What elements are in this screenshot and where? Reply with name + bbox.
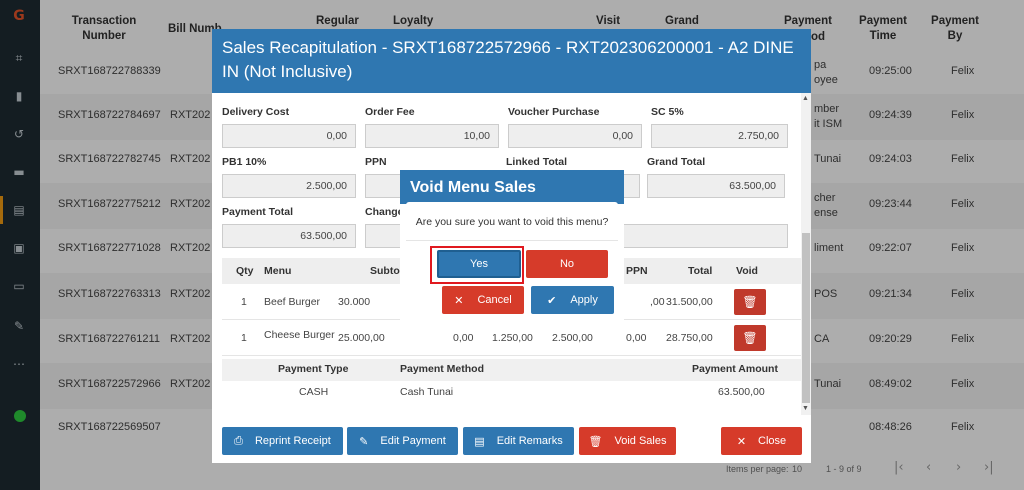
edit-remarks-button[interactable]: ▤ Edit Remarks xyxy=(463,427,574,455)
printer-icon: ⎙ xyxy=(234,434,243,447)
payment-amount: 63.500,00 xyxy=(718,386,765,398)
scroll-down-icon[interactable]: ▼ xyxy=(802,405,809,412)
grand-total-label: Grand Total xyxy=(647,156,706,168)
delivery-cost-label: Delivery Cost xyxy=(222,106,290,118)
col-payment-amount: Payment Amount xyxy=(692,363,778,375)
col-subtotal: Subto xyxy=(370,265,400,277)
voucher-purchase-label: Voucher Purchase xyxy=(508,106,600,118)
edit-payment-button[interactable]: ✎ Edit Payment xyxy=(347,427,458,455)
col-ppn: PPN xyxy=(626,265,648,277)
cancel-button[interactable]: ✕ Cancel xyxy=(442,286,524,314)
no-button[interactable]: No xyxy=(526,250,608,278)
modal-title: Sales Recapitulation - SRXT168722572966 … xyxy=(222,38,794,81)
subtotal: 30.000 xyxy=(338,296,371,308)
service-charge: 1.250,00 xyxy=(492,332,533,344)
menu-name: Beef Burger xyxy=(264,296,321,308)
edit-icon: ✎ xyxy=(359,434,369,448)
yes-button-highlight xyxy=(430,246,524,284)
qty: 1 xyxy=(241,332,247,344)
trash-icon: 🗑 xyxy=(742,331,758,345)
pb1-label: PB1 10% xyxy=(222,156,267,168)
ppn-label: PPN xyxy=(365,156,387,168)
order-fee-label: Order Fee xyxy=(365,106,415,118)
grand-total-field[interactable]: 63.500,00 xyxy=(647,174,785,198)
discount: 0,00 xyxy=(453,332,474,344)
confirm-message: Are you sure you want to void this menu? xyxy=(415,216,609,228)
trash-icon: 🗑 xyxy=(742,295,758,309)
delivery-cost-field[interactable]: 0,00 xyxy=(222,124,356,148)
payment-total-field[interactable]: 63.500,00 xyxy=(222,224,356,248)
ppn: 0,00 xyxy=(626,332,647,344)
void-dialog-header: Void Menu Sales xyxy=(400,170,624,204)
scroll-up-icon[interactable]: ▲ xyxy=(802,95,809,102)
sc-label: SC 5% xyxy=(651,106,684,118)
close-icon: ✕ xyxy=(736,434,747,448)
void-dialog-title: Void Menu Sales xyxy=(410,179,536,196)
payment-total-label: Payment Total xyxy=(222,206,293,218)
document-icon: ▤ xyxy=(474,434,485,448)
divider xyxy=(406,240,618,241)
void-menu-button[interactable]: 🗑 xyxy=(734,325,766,351)
reprint-receipt-button[interactable]: ⎙ Reprint Receipt xyxy=(222,427,343,455)
void-menu-button[interactable]: 🗑 xyxy=(734,289,766,315)
col-payment-type: Payment Type xyxy=(278,363,349,375)
voucher-purchase-field[interactable]: 0,00 xyxy=(508,124,642,148)
close-button[interactable]: ✕ Close xyxy=(721,427,802,455)
col-menu: Menu xyxy=(264,265,292,277)
pb1-field[interactable]: 2.500,00 xyxy=(222,174,356,198)
scroll-thumb[interactable] xyxy=(802,233,810,403)
ppn: ,00 xyxy=(650,296,665,308)
payment-method: Cash Tunai xyxy=(400,386,454,398)
pb1: 2.500,00 xyxy=(552,332,593,344)
total: 28.750,00 xyxy=(666,332,713,344)
close-icon: ✕ xyxy=(454,293,464,307)
col-total: Total xyxy=(688,265,713,277)
apply-button[interactable]: ✔ Apply xyxy=(531,286,614,314)
qty: 1 xyxy=(241,296,247,308)
payment-type: CASH xyxy=(299,386,329,398)
sc-field[interactable]: 2.750,00 xyxy=(651,124,788,148)
check-icon: ✔ xyxy=(547,293,557,307)
total: 31.500,00 xyxy=(666,296,713,308)
menu-name: Cheese Burger xyxy=(264,329,335,341)
linked-total-label: Linked Total xyxy=(506,156,568,168)
void-sales-button[interactable]: 🗑 Void Sales xyxy=(579,427,676,455)
trash-icon: 🗑 xyxy=(588,434,603,448)
col-payment-method: Payment Method xyxy=(400,363,485,375)
subtotal: 25.000,00 xyxy=(338,332,385,344)
modal-header: Sales Recapitulation - SRXT168722572966 … xyxy=(212,29,811,93)
col-void: Void xyxy=(736,265,758,277)
col-qty: Qty xyxy=(236,265,254,277)
change-label: Change xyxy=(365,206,404,218)
modal-scrollbar[interactable]: ▲ ▼ xyxy=(801,93,811,415)
menu-row: 1 Cheese Burger 25.000,00 0,00 1.250,00 … xyxy=(222,320,801,356)
order-fee-field[interactable]: 10,00 xyxy=(365,124,499,148)
